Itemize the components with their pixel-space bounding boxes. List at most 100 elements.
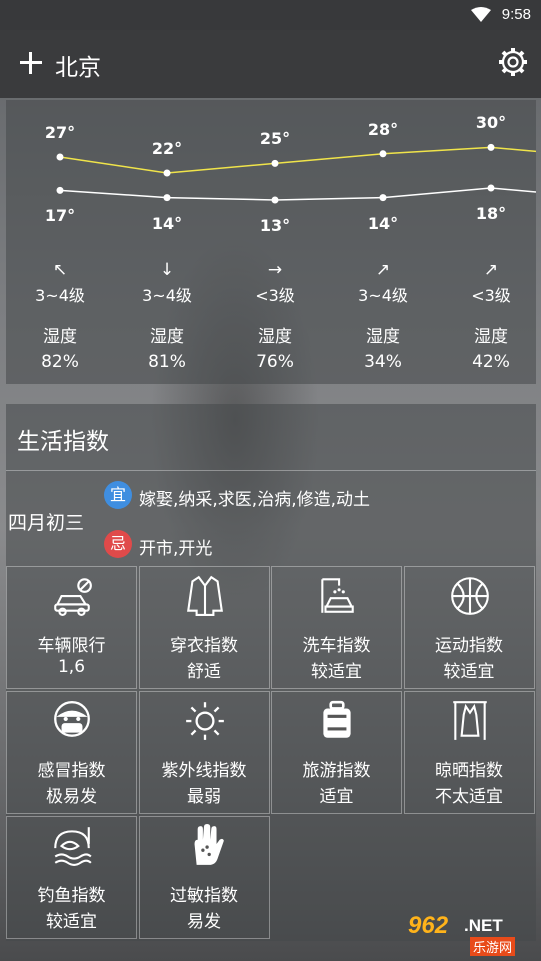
life-index-value: 较适宜	[311, 662, 362, 682]
wind-level: 3~4级	[142, 286, 192, 305]
low-temp-label: 14°	[367, 213, 399, 233]
life-index-value: 舒适	[187, 662, 221, 682]
suitcase-icon	[323, 700, 351, 738]
life-index-card[interactable]: 感冒指数 极易发	[6, 691, 137, 814]
ji-badge: 忌	[104, 530, 132, 558]
wind-info: ↗ 3~4级	[338, 260, 428, 306]
high-temp-point	[379, 150, 387, 158]
allergy-hand-icon	[194, 824, 224, 865]
sun-icon	[185, 702, 224, 740]
low-temp-label: 18°	[475, 204, 507, 223]
life-index-value: 极易发	[46, 787, 97, 807]
humidity-label: 湿度	[474, 327, 508, 347]
humidity-info: 湿度 81%	[122, 325, 212, 375]
watermark-logo: 962 .NET 乐游网	[400, 910, 536, 958]
wind-direction-icon: →	[267, 260, 283, 280]
life-index-card[interactable]: 运动指数 较适宜	[403, 566, 535, 689]
clock: 9:58	[501, 6, 531, 23]
basketball-icon	[450, 577, 489, 615]
jacket-icon	[186, 575, 223, 616]
life-index-card[interactable]: 过敏指数 易发	[138, 816, 270, 939]
life-index-card[interactable]: 紫外线指数 最弱	[138, 691, 270, 814]
wind-info: ↓ 3~4级	[122, 260, 212, 306]
humidity-info: 湿度 42%	[446, 325, 536, 375]
fishing-icon	[54, 827, 92, 866]
low-temp-point	[379, 194, 387, 202]
mask-face-icon	[54, 701, 90, 737]
lunar-date: 四月初三	[8, 512, 85, 534]
wifi-icon	[471, 7, 491, 22]
car-restriction-icon	[54, 578, 92, 616]
low-temp-line	[59, 187, 536, 201]
low-temp-point	[487, 184, 495, 192]
life-index-value: 最弱	[187, 787, 221, 807]
high-temp-line	[59, 146, 536, 174]
humidity-label: 湿度	[258, 327, 292, 347]
low-temp-point	[56, 186, 64, 194]
life-index-name: 钓鱼指数	[37, 886, 106, 906]
forecast-panel: 27° 22° 25° 28° 30° 17° 14° 13° 14° 18° ↖ 3~4级 ↓ 3~4…	[6, 100, 536, 384]
high-temp-label: 25°	[259, 129, 291, 149]
app-bar: 北京	[0, 30, 541, 98]
life-index-card[interactable]: 晾晒指数 不太适宜	[403, 691, 535, 814]
life-index-value: 适宜	[319, 787, 354, 807]
wind-direction-icon: ↗	[375, 260, 391, 280]
high-temp-label: 30°	[475, 113, 507, 133]
gear-icon[interactable]	[497, 46, 529, 78]
wind-info: ↗ <3级	[446, 260, 536, 306]
wind-info: → <3级	[230, 260, 320, 306]
high-temp-label: 28°	[367, 119, 399, 139]
ji-text: 开市,开光	[139, 539, 213, 559]
humidity-label: 湿度	[150, 327, 184, 347]
life-index-card[interactable]: 旅游指数 适宜	[271, 691, 402, 814]
divider	[6, 470, 536, 471]
yi-text: 嫁娶,纳采,求医,治病,修造,动土	[139, 490, 371, 510]
high-temp-label: 27°	[44, 123, 76, 142]
life-index-value: 不太适宜	[435, 787, 503, 807]
low-temp-label: 14°	[151, 213, 183, 233]
wind-direction-icon: ↓	[159, 260, 175, 280]
life-index-value: 较适宜	[443, 662, 495, 682]
low-temp-point	[271, 196, 279, 204]
high-temp-point	[271, 159, 279, 167]
watermark-number: 962	[408, 912, 449, 939]
life-index-name: 紫外线指数	[161, 761, 247, 781]
humidity-value: 76%	[256, 352, 294, 372]
life-index-name: 晾晒指数	[435, 761, 503, 781]
humidity-value: 34%	[364, 352, 402, 372]
life-index-value: 较适宜	[46, 912, 97, 932]
wind-direction-icon: ↗	[483, 260, 499, 280]
city-name[interactable]: 北京	[55, 48, 101, 82]
wind-level: 3~4级	[35, 286, 85, 305]
humidity-value: 82%	[41, 352, 79, 372]
high-temp-label: 22°	[151, 139, 183, 158]
life-index-title: 生活指数	[17, 429, 109, 455]
wind-level: <3级	[471, 286, 511, 305]
humidity-label: 湿度	[366, 327, 400, 347]
high-temp-point	[163, 169, 171, 177]
humidity-value: 81%	[148, 352, 186, 372]
life-index-value: 易发	[187, 912, 221, 932]
low-temp-point	[163, 194, 171, 202]
wind-level: <3级	[255, 286, 295, 305]
add-city-icon[interactable]	[16, 48, 46, 78]
high-temp-point	[56, 153, 64, 161]
low-temp-label: 13°	[259, 216, 291, 235]
low-temp-label: 17°	[44, 206, 76, 226]
high-temp-point	[487, 143, 495, 151]
humidity-info: 湿度 34%	[338, 325, 428, 375]
life-index-name: 车辆限行	[37, 636, 106, 656]
humidity-info: 湿度 82%	[15, 325, 105, 375]
status-bar: 9:58	[0, 0, 541, 30]
wind-direction-icon: ↖	[52, 260, 68, 280]
life-index-card[interactable]: 洗车指数 较适宜	[271, 566, 402, 689]
life-index-name: 旅游指数	[302, 761, 371, 781]
life-index-value: 1,6	[57, 657, 86, 677]
life-index-card[interactable]: 穿衣指数 舒适	[138, 566, 270, 689]
watermark-site: 乐游网	[470, 937, 516, 956]
life-index-card[interactable]: 车辆限行 1,6	[6, 566, 137, 689]
clothes-hanger-icon	[452, 701, 487, 740]
watermark-net: .NET	[464, 916, 503, 935]
life-index-card[interactable]: 钓鱼指数 较适宜	[6, 816, 137, 939]
life-index-name: 穿衣指数	[170, 636, 238, 656]
